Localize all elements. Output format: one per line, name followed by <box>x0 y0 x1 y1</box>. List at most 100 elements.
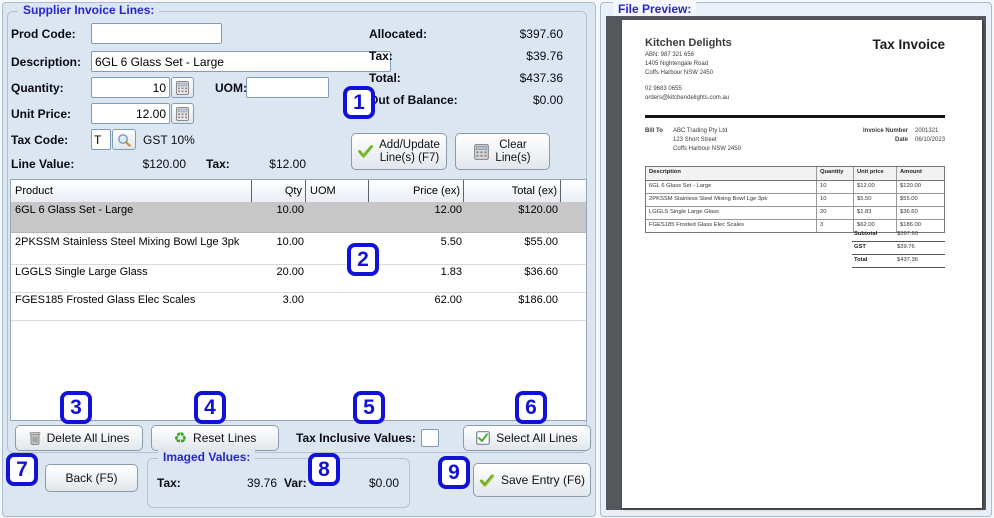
invoice-cell-quantity: 10 <box>816 194 851 206</box>
gst-label: GST <box>854 244 866 250</box>
cell-product: 6GL 6 Glass Set - Large <box>11 204 248 217</box>
header-total-ex: Total (ex) <box>464 180 561 202</box>
annotation-badge-5: 5 <box>353 391 385 424</box>
uom-label: UOM: <box>215 81 247 95</box>
cell-qty: 3.00 <box>252 294 304 307</box>
check-icon <box>479 474 495 487</box>
invoice-cell-quantity: 10 <box>816 181 851 193</box>
add-update-lines-button[interactable]: Add/UpdateLine(s) (F7) <box>351 133 447 170</box>
cell-total: $55.00 <box>466 236 558 249</box>
save-entry-button[interactable]: Save Entry (F6) <box>473 463 591 497</box>
imaged-tax-label: Tax: <box>157 476 181 490</box>
invoice-header-row: Description Quantity Unit price Amount <box>646 167 944 181</box>
add-update-label-1: Add/Update <box>379 139 440 151</box>
supplier-invoice-lines-title: Supplier Invoice Lines: <box>18 3 159 17</box>
out-of-balance-label: Out of Balance: <box>369 93 458 107</box>
annotation-badge-4: 4 <box>194 391 226 424</box>
select-all-lines-button[interactable]: Select All Lines <box>463 425 591 451</box>
summary-tax-value: $39.76 <box>473 49 563 63</box>
invoice-gst-row: GST $39.76 <box>852 242 945 255</box>
invoice-cell-unit-price: $1.83 <box>853 207 894 219</box>
table-row[interactable]: FGES185 Frosted Glass Elec Scales 3.00 6… <box>11 292 586 321</box>
file-preview-title: File Preview: <box>613 2 696 16</box>
quantity-input[interactable] <box>91 77 170 98</box>
magnifier-icon <box>117 133 131 147</box>
total-label: Total <box>854 257 867 263</box>
invoice-address-line1: 1405 Nightengale Road <box>645 61 708 67</box>
description-input[interactable] <box>91 51 391 72</box>
header-qty: Qty <box>252 180 306 202</box>
imaged-var-label: Var: <box>284 476 307 490</box>
quantity-calculator-button[interactable] <box>171 77 194 98</box>
check-icon <box>358 145 373 158</box>
line-tax-label: Tax: <box>206 157 230 171</box>
invoice-cell-description: 2PKSSM Stainless Steel Mixing Bowl Lge 3… <box>649 196 811 202</box>
checked-checkbox-icon <box>476 431 490 445</box>
table-row[interactable]: 6GL 6 Glass Set - Large 10.00 12.00 $120… <box>11 202 586 233</box>
tax-code-name: GST 10% <box>143 133 195 147</box>
prod-code-input[interactable] <box>91 23 222 44</box>
table-row[interactable]: 2PKSSM Stainless Steel Mixing Bowl Lge 3… <box>11 234 586 265</box>
invoice-items-table: Description Quantity Unit price Amount 6… <box>645 166 945 233</box>
quantity-label: Quantity: <box>11 81 64 95</box>
subtotal-label: Subtotal <box>854 231 877 237</box>
clear-label-2: Line(s) <box>495 152 530 164</box>
line-tax: $12.00 <box>251 157 306 171</box>
table-row[interactable]: LGGLS Single Large Glass 20.00 1.83 $36.… <box>11 264 586 293</box>
annotation-badge-8: 8 <box>308 453 340 486</box>
cell-qty: 10.00 <box>252 236 304 249</box>
cell-product: 2PKSSM Stainless Steel Mixing Bowl Lge 3… <box>11 236 248 249</box>
summary-tax-label: Tax: <box>369 49 393 63</box>
invoice-row: 6GL 6 Glass Set - Large 10 $12.00 $120.0… <box>646 181 944 194</box>
screen: Supplier Invoice Lines: Prod Code: Descr… <box>0 0 994 518</box>
invoice-header-quantity: Quantity <box>816 167 851 180</box>
subtotal-value: $397.60 <box>897 231 918 237</box>
invoice-cell-quantity: 20 <box>816 207 851 219</box>
unit-price-input[interactable] <box>91 103 170 124</box>
calculator-icon <box>176 107 189 121</box>
imaged-values-title: Imaged Values: <box>158 450 255 464</box>
header-uom: UOM <box>306 180 369 202</box>
invoice-header-unit-price: Unit price <box>853 167 894 180</box>
invoice-cell-description: LGGLS Single Large Glass <box>649 209 811 215</box>
cell-product: LGGLS Single Large Glass <box>11 266 248 279</box>
cell-total: $36.60 <box>466 266 558 279</box>
invoice-abn: ABN: 987 321 656 <box>645 52 694 58</box>
annotation-badge-3: 3 <box>60 391 92 424</box>
reset-lines-label: Reset Lines <box>193 431 256 445</box>
reset-lines-button[interactable]: ♻ Reset Lines <box>151 425 279 451</box>
invoice-cell-quantity: 3 <box>816 220 851 232</box>
uom-input[interactable] <box>246 77 329 98</box>
invoice-title: Tax Invoice <box>845 37 945 52</box>
annotation-badge-2: 2 <box>347 243 379 276</box>
tax-inclusive-checkbox[interactable] <box>421 429 439 447</box>
unit-price-calculator-button[interactable] <box>171 103 194 124</box>
annotation-badge-9: 9 <box>438 456 470 489</box>
tax-code-lookup-button[interactable] <box>112 129 136 150</box>
calculator-icon <box>474 144 489 160</box>
clear-lines-button[interactable]: ClearLine(s) <box>455 133 550 170</box>
allocated-label: Allocated: <box>369 27 427 41</box>
bill-to-label: Bill To <box>645 128 663 134</box>
cell-product: FGES185 Frosted Glass Elec Scales <box>11 294 248 307</box>
tax-code-input[interactable] <box>91 129 111 150</box>
cell-total: $120.00 <box>466 204 558 217</box>
cell-qty: 20.00 <box>252 266 304 279</box>
invoice-total-row: Total $437.36 <box>852 255 945 268</box>
header-product: Product <box>11 180 252 202</box>
delete-all-lines-button[interactable]: Delete All Lines <box>15 425 143 451</box>
invoice-number-label: Invoice Number <box>838 128 908 134</box>
tax-code-label: Tax Code: <box>11 133 68 147</box>
clear-label-1: Clear <box>499 139 526 151</box>
cell-qty: 10.00 <box>252 204 304 217</box>
invoice-subtotal-row: Subtotal $397.60 <box>852 229 945 242</box>
invoice-cell-amount: $55.00 <box>896 194 943 206</box>
summary-total-value: $437.36 <box>473 71 563 85</box>
add-update-label-2: Line(s) (F7) <box>380 152 439 164</box>
back-button[interactable]: Back (F5) <box>45 464 138 492</box>
gst-value: $39.76 <box>897 244 915 250</box>
invoice-address-line2: Coffs Harbour NSW 2450 <box>645 70 713 76</box>
invoice-divider <box>645 115 945 118</box>
imaged-tax-value: 39.76 <box>215 476 277 490</box>
select-all-lines-label: Select All Lines <box>496 431 577 445</box>
